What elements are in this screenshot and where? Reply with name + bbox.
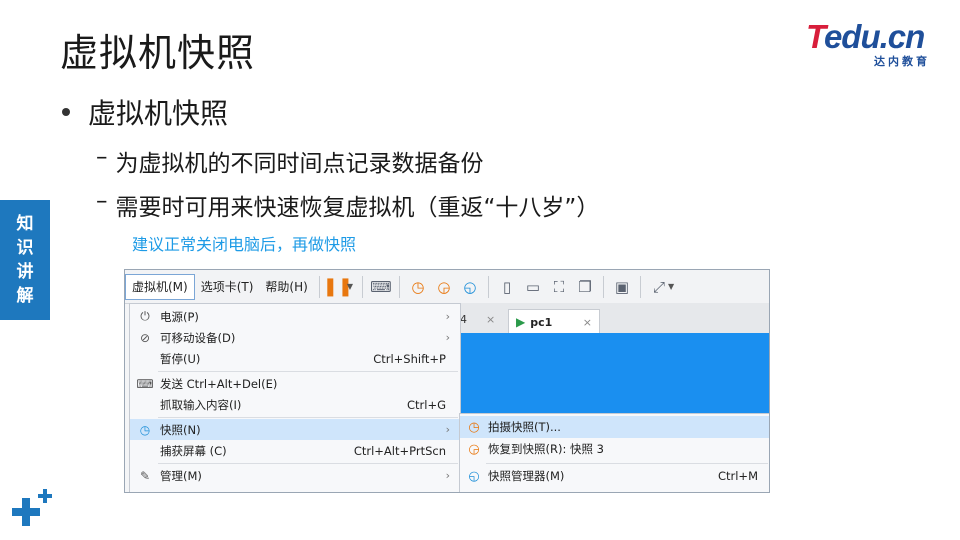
fit-window-icon[interactable]: ⛶ [546,274,572,300]
chevron-right-icon: › [445,310,450,323]
menu-item-grab-input[interactable]: 抓取输入内容(I) Ctrl+G [130,394,460,415]
vmware-screenshot: 虚拟机(M) 选项卡(T) 帮助(H) ❚❚ ▼ ⌨ ◷ ◶ ◵ ▯ ▭ ⛶ ❐ … [124,269,770,493]
menu-vm[interactable]: 虚拟机(M) [125,273,195,300]
menu-item-snapshot[interactable]: ◷ 快照(N) › [130,419,460,440]
snapshot-take-icon: ◷ [468,419,480,435]
close-icon[interactable]: × [486,313,495,326]
chevron-right-icon: › [445,331,450,344]
menu-item-send-cad[interactable]: ⌨ 发送 Ctrl+Alt+Del(E) [130,373,460,394]
vm-dropdown-menu: ⏻ 电源(P) › ⊘ 可移动设备(D) › 暂停(U) Ctrl+Shift+… [129,303,461,492]
terminal-icon[interactable]: ▣ [609,274,635,300]
menu-item-pause[interactable]: 暂停(U) Ctrl+Shift+P [130,348,460,369]
snapshot-manager-icon: ◵ [468,468,480,484]
slide-title: 虚拟机快照 [60,31,256,75]
menubar: 虚拟机(M) 选项卡(T) 帮助(H) ❚❚ ▼ ⌨ ◷ ◶ ◵ ▯ ▭ ⛶ ❐ … [125,270,769,304]
chevron-right-icon: › [445,423,450,436]
submenu-take-snapshot[interactable]: ◷ 拍摄快照(T)... [460,416,769,438]
sub-bullet-1: – 为虚拟机的不同时间点记录数据备份 [96,144,484,177]
menu-item-capture-screen[interactable]: 捕获屏幕 (C) Ctrl+Alt+PrtScn [130,440,460,461]
sub-bullet-2: – 需要时可用来快速恢复虚拟机（重返“十八岁”） [96,188,600,221]
tab-pc1[interactable]: ▶ pc1 × [508,309,600,334]
view-sidebar-icon[interactable]: ▯ [494,274,520,300]
unity-icon[interactable]: ❐ [572,274,598,300]
keyboard-icon: ⌨ [136,376,154,391]
submenu-revert-snapshot[interactable]: ◶ 恢复到快照(R): 快照 3 [460,438,769,460]
menu-item-power[interactable]: ⏻ 电源(P) › [130,306,460,327]
menu-item-manage[interactable]: ✎ 管理(M) › [130,465,460,486]
menu-help[interactable]: 帮助(H) [259,275,313,299]
tab-partial-label[interactable]: 4 [460,313,467,326]
menu-item-removable[interactable]: ⊘ 可移动设备(D) › [130,327,460,348]
snapshot-take-icon[interactable]: ◷ [405,274,431,300]
power-icon: ⏻ [140,309,150,323]
wrench-icon: ✎ [139,468,151,483]
vm-tabs: 4 × ▶ pc1 × [460,303,769,334]
tedu-logo: Tedu.cn 达内教育 [806,18,930,69]
snapshot-manager-icon[interactable]: ◵ [457,274,483,300]
logo-subtitle: 达内教育 [874,55,930,68]
device-icon: ⊘ [139,330,151,345]
knowledge-tab: 知 识 讲 解 [0,200,50,320]
close-icon[interactable]: × [583,316,592,329]
chevron-right-icon: › [445,469,450,482]
note-text: 建议正常关闭电脑后，再做快照 [132,235,357,254]
bullet-dot [62,108,70,116]
view-console-icon[interactable]: ▭ [520,274,546,300]
plus-decoration-icon [12,489,52,526]
snapshot-revert-icon[interactable]: ◶ [431,274,457,300]
vm-icon: ▶ [516,315,526,329]
snapshot-submenu: ◷ 拍摄快照(T)... ◶ 恢复到快照(R): 快照 3 ◵ 快照管理器(M)… [459,413,769,492]
submenu-snapshot-manager[interactable]: ◵ 快照管理器(M) Ctrl+M [460,465,769,487]
send-keys-icon[interactable]: ⌨ [368,274,394,300]
main-bullet: 虚拟机快照 [60,92,228,132]
snapshot-icon: ◷ [139,422,151,437]
menu-tabs[interactable]: 选项卡(T) [195,275,260,299]
snapshot-revert-icon: ◶ [468,441,480,457]
